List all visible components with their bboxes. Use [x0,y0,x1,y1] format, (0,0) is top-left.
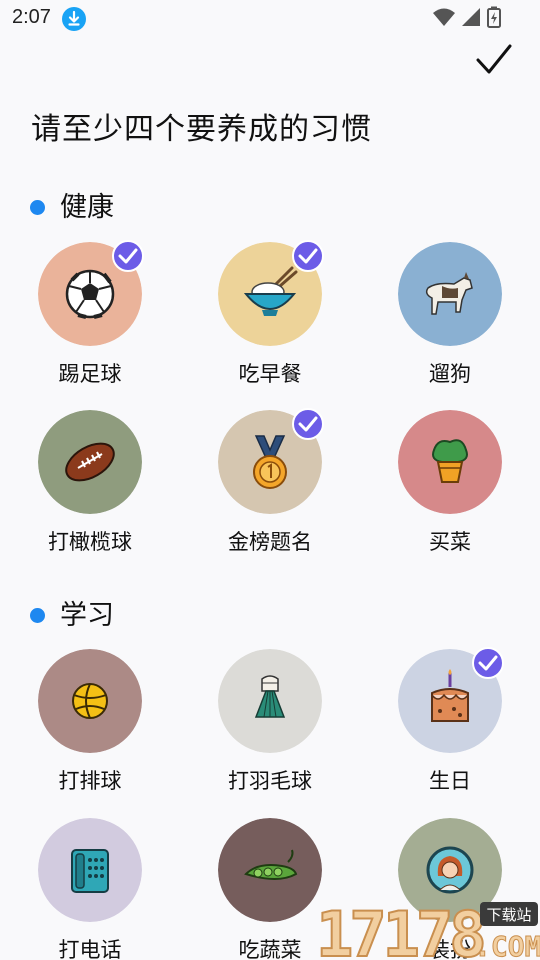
watermark-domain: .COM [474,930,540,960]
section-dot [30,200,45,215]
rugby-ball-icon [38,410,142,514]
dog-icon [398,242,502,346]
habit-label: 生日 [429,769,471,793]
watermark-logo: 17178 下载站 .COM [312,897,540,960]
habit-item-volleyball[interactable]: 打排球 [20,649,160,809]
habit-label: 打羽毛球 [228,769,312,793]
watermark-tag: 下载站 [486,906,531,924]
habit-label: 买菜 [429,530,471,554]
volleyball-icon [38,649,142,753]
status-bar: 2:07 [0,0,540,38]
status-time: 2:07 [12,6,51,28]
habit-label: 吃早餐 [238,362,302,386]
habit-item-birthday[interactable]: 生日 [380,647,520,809]
habit-icon-circle [218,649,322,753]
habit-label: 打排球 [58,769,122,793]
pea-pod-icon [218,818,322,922]
habit-item-buy-vegetables[interactable]: 买菜 [380,410,520,570]
download-notification-icon [62,7,86,31]
watermark-digits: 17178 [316,898,483,960]
habit-icon-circle [398,242,502,346]
selected-check-icon [292,408,324,440]
habit-label: 金榜题名 [228,530,312,554]
telephone-icon [38,818,142,922]
habit-item-top-scorer[interactable]: 金榜题名 [200,408,340,570]
page-title: 请至少四个要养成的习惯 [31,112,372,147]
habit-item-walk-dog[interactable]: 遛狗 [380,242,520,402]
potted-vegetable-icon [398,410,502,514]
checkmark-icon [476,44,512,74]
section-health: 健康 踢足球 吃早餐 遛狗 打橄榄球 金榜题名 买菜 [0,188,540,568]
section-header: 学习 [30,596,230,636]
habit-label: 遛狗 [429,362,471,386]
wifi-icon [433,8,455,26]
habit-item-phone-call[interactable]: 打电话 [20,818,160,960]
selected-check-icon [112,240,144,272]
section-header: 健康 [30,188,230,228]
section-dot [30,608,45,623]
habit-label: 踢足球 [58,362,122,386]
confirm-button[interactable] [470,40,516,80]
habit-label: 打橄榄球 [48,530,132,554]
habit-icon-circle [38,818,142,922]
habit-item-breakfast[interactable]: 吃早餐 [200,240,340,402]
habit-icon-circle [38,649,142,753]
habit-item-soccer[interactable]: 踢足球 [20,240,160,402]
signal-icon [462,8,480,26]
status-icons [432,6,502,28]
habit-item-badminton[interactable]: 打羽毛球 [200,649,340,809]
battery-charging-icon [487,6,501,28]
habit-icon-circle [398,410,502,514]
habit-label: 打电话 [58,938,122,960]
section-title: 学习 [60,600,114,631]
habit-item-rugby[interactable]: 打橄榄球 [20,410,160,570]
habit-icon-circle [38,410,142,514]
selected-check-icon [292,240,324,272]
habit-icon-circle [218,818,322,922]
selected-check-icon [472,647,504,679]
section-title: 健康 [60,192,114,223]
shuttlecock-icon [218,649,322,753]
